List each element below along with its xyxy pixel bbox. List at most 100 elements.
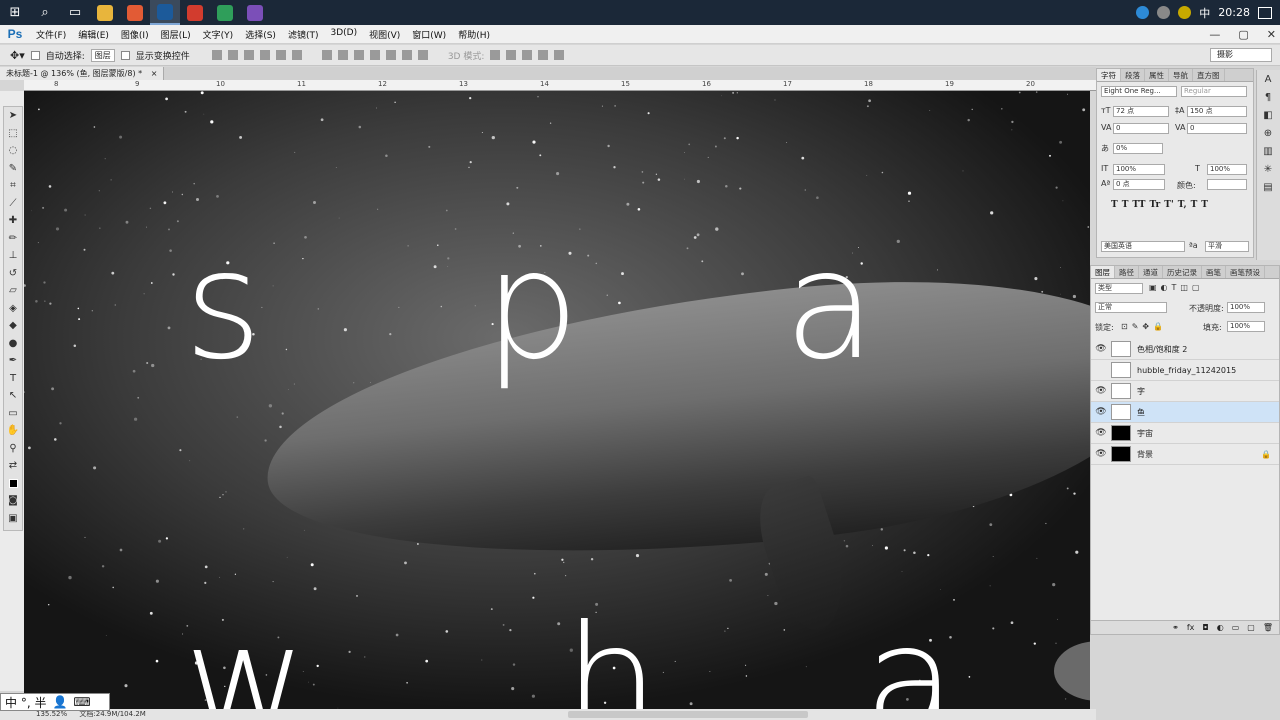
- layer-thumbnail[interactable]: [1111, 362, 1131, 378]
- type-style-button[interactable]: T: [1201, 200, 1208, 210]
- file-explorer-icon[interactable]: [90, 0, 120, 25]
- align-left-icon[interactable]: [259, 50, 270, 60]
- distribute-vcenter-icon[interactable]: [337, 50, 348, 60]
- brush-tool-icon[interactable]: ✏: [4, 230, 22, 248]
- visual-studio-icon[interactable]: [240, 0, 270, 25]
- canvas[interactable]: s p a w h a l: [24, 91, 1090, 709]
- layer-name[interactable]: 色相/饱和度 2: [1137, 344, 1187, 355]
- lasso-tool-icon[interactable]: ◌: [4, 142, 22, 160]
- swap-colors-icon[interactable]: ⇄: [4, 457, 22, 475]
- character-panel-icon[interactable]: A: [1257, 70, 1279, 88]
- eraser-tool-icon[interactable]: ▱: [4, 282, 22, 300]
- auto-select-dropdown[interactable]: 图层: [90, 48, 115, 62]
- antialias-field[interactable]: 平滑: [1205, 241, 1249, 252]
- panel-tab[interactable]: 导航: [1169, 69, 1193, 81]
- panel-tab[interactable]: 字符: [1097, 69, 1121, 81]
- workspace-dropdown[interactable]: 摄影: [1210, 48, 1272, 62]
- distribute-bottom-icon[interactable]: [353, 50, 364, 60]
- visibility-eye-icon[interactable]: 👁: [1091, 344, 1111, 354]
- folder-icon[interactable]: ▭: [1232, 623, 1240, 632]
- history-brush-icon[interactable]: ↺: [4, 265, 22, 283]
- lock-icons[interactable]: ⊡✎✥🔒: [1121, 322, 1167, 331]
- distribute-hcenter-icon[interactable]: [385, 50, 396, 60]
- panel-tab[interactable]: 历史记录: [1163, 266, 1202, 278]
- auto-align-icon[interactable]: [417, 50, 428, 60]
- healing-tool-icon[interactable]: ✚: [4, 212, 22, 230]
- maximize-icon[interactable]: ▢: [1238, 28, 1248, 41]
- fill-field[interactable]: 100%: [1227, 321, 1265, 332]
- panel-tab[interactable]: 画笔: [1202, 266, 1226, 278]
- align-right-icon[interactable]: [291, 50, 302, 60]
- distribute-top-icon[interactable]: [321, 50, 332, 60]
- minimize-icon[interactable]: —: [1209, 28, 1220, 41]
- close-icon[interactable]: ✕: [1267, 28, 1276, 41]
- layer-filter-dropdown[interactable]: 类型: [1095, 283, 1143, 294]
- visibility-eye-icon[interactable]: 👁: [1091, 407, 1111, 417]
- crop-tool-icon[interactable]: ⌗: [4, 177, 22, 195]
- panel-tab[interactable]: 路径: [1115, 266, 1139, 278]
- filter-icons[interactable]: ▣◐T◫▢: [1149, 283, 1204, 292]
- document-tab[interactable]: 未标题-1 @ 136% (鱼, 图层蒙版/8) * ×: [0, 67, 165, 80]
- doc-size-readout[interactable]: 文档:24.9M/104.2M: [79, 710, 145, 718]
- type-style-button[interactable]: T: [1122, 200, 1129, 210]
- font-size-field[interactable]: 72 点: [1113, 106, 1169, 117]
- search-icon[interactable]: ⌕: [30, 0, 60, 25]
- visibility-eye-icon[interactable]: 👁: [1091, 386, 1111, 396]
- layer-row[interactable]: hubble_friday_11242015: [1091, 360, 1279, 381]
- windows-start-icon[interactable]: ⊞: [0, 0, 30, 25]
- menu-item[interactable]: 文件(F): [30, 28, 72, 41]
- keyboard-icon[interactable]: ⌨: [73, 695, 90, 709]
- type-style-button[interactable]: T: [1191, 200, 1198, 210]
- layer-name[interactable]: 字: [1137, 386, 1145, 397]
- hscale-field[interactable]: 100%: [1207, 164, 1247, 175]
- visibility-eye-icon[interactable]: 👁: [1091, 449, 1111, 459]
- horizontal-ruler[interactable]: 8 9 10 11 12 13 14 15 16 17 18 19 20: [24, 80, 1096, 91]
- app-red-icon[interactable]: [180, 0, 210, 25]
- eyedropper-tool-icon[interactable]: ⟋: [4, 195, 22, 213]
- layer-name[interactable]: 宇宙: [1137, 428, 1153, 439]
- stamp-tool-icon[interactable]: ⊥: [4, 247, 22, 265]
- fx-icon[interactable]: fx: [1187, 623, 1195, 632]
- kerning-field[interactable]: 0: [1113, 123, 1169, 134]
- tracking-field[interactable]: 0: [1187, 123, 1247, 134]
- 3d-rotate-icon[interactable]: [490, 50, 501, 60]
- move-tool-icon[interactable]: ➤: [4, 107, 22, 125]
- 3d-pan-icon[interactable]: [522, 50, 533, 60]
- histogram-panel-icon[interactable]: ▥: [1257, 142, 1279, 160]
- mask-icon[interactable]: ◘: [1202, 623, 1208, 632]
- horizontal-scrollbar[interactable]: [568, 711, 808, 718]
- notification-icon[interactable]: [1258, 6, 1272, 19]
- link-icon[interactable]: ⚭: [1172, 623, 1179, 632]
- marquee-tool-icon[interactable]: ⬚: [4, 125, 22, 143]
- layer-thumbnail[interactable]: [1111, 425, 1131, 441]
- panel-tab[interactable]: 通道: [1139, 266, 1163, 278]
- layer-thumbnail[interactable]: [1111, 446, 1131, 462]
- menu-item[interactable]: 图像(I): [115, 28, 155, 41]
- layer-row[interactable]: 👁 背景 🔒: [1091, 444, 1279, 465]
- baseline-field[interactable]: 0 点: [1113, 179, 1165, 190]
- align-bottom-icon[interactable]: [243, 50, 254, 60]
- 3d-slide-icon[interactable]: [538, 50, 549, 60]
- shape-tool-icon[interactable]: ▭: [4, 405, 22, 423]
- menu-item[interactable]: 文字(Y): [197, 28, 240, 41]
- layer-thumbnail[interactable]: [1111, 383, 1131, 399]
- quick-select-tool-icon[interactable]: ✎: [4, 160, 22, 178]
- app-green-icon[interactable]: [210, 0, 240, 25]
- zoom-readout[interactable]: 135.52%: [36, 710, 67, 718]
- settings-icon[interactable]: ✳: [1257, 160, 1279, 178]
- blur-tool-icon[interactable]: ◆: [4, 317, 22, 335]
- vscale-field[interactable]: 100%: [1113, 164, 1165, 175]
- color-swatches-icon[interactable]: [4, 475, 22, 493]
- align-hcenter-icon[interactable]: [275, 50, 286, 60]
- menu-item[interactable]: 窗口(W): [406, 28, 452, 41]
- pen-tool-icon[interactable]: ✒: [4, 352, 22, 370]
- paragraph-panel-icon[interactable]: ¶: [1257, 88, 1279, 106]
- properties-panel-icon[interactable]: ◧: [1257, 106, 1279, 124]
- menu-item[interactable]: 图层(L): [155, 28, 197, 41]
- menu-item[interactable]: 滤镜(T): [282, 28, 325, 41]
- blend-mode-dropdown[interactable]: 正常: [1095, 302, 1167, 313]
- close-tab-icon[interactable]: ×: [151, 69, 158, 78]
- layer-row[interactable]: 👁 字: [1091, 381, 1279, 402]
- panel-tab[interactable]: 画笔预设: [1226, 266, 1265, 278]
- user-icon[interactable]: 👤: [52, 695, 67, 709]
